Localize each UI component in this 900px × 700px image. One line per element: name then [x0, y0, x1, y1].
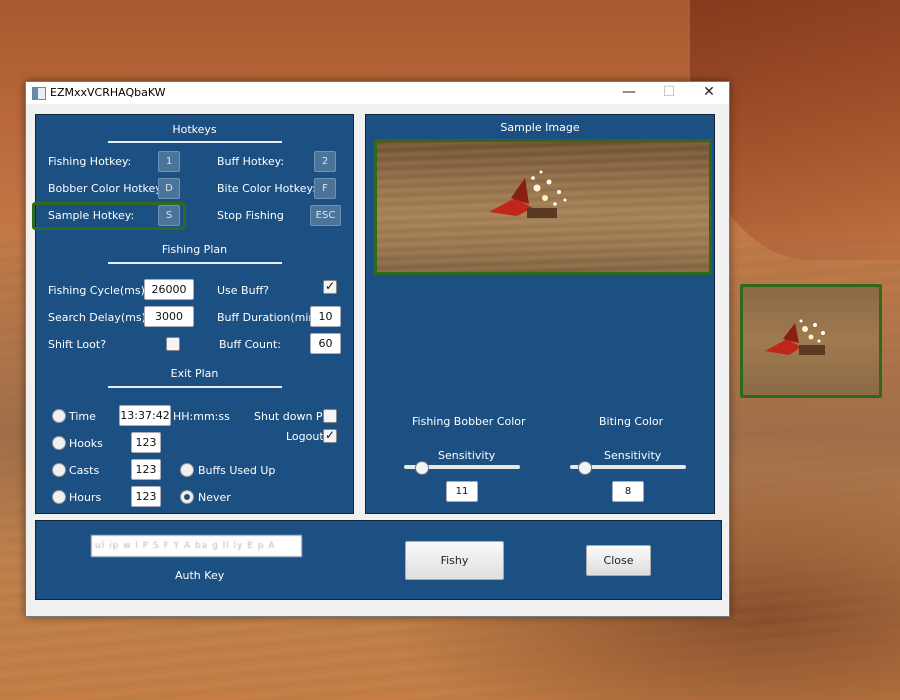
bite-color-hotkey-label: Bite Color Hotkey:	[217, 182, 316, 195]
on-screen-sample-box	[740, 284, 882, 398]
window-title: EZMxxVCRHAQbaKW	[50, 86, 166, 99]
close-window-button[interactable]: ✕	[689, 82, 729, 104]
biting-sensitivity-value[interactable]: 8	[612, 481, 644, 502]
hooks-radio[interactable]	[52, 436, 66, 450]
sample-image-title: Sample Image	[500, 121, 580, 134]
stop-fishing-label: Stop Fishing	[217, 209, 284, 222]
time-label: Time	[69, 410, 96, 423]
shutdown-pc-label: Shut down PC	[254, 410, 331, 423]
shift-loot-label: Shift Loot?	[48, 338, 107, 351]
bobber-color-hotkey-label: Bobber Color Hotkey:	[48, 182, 165, 195]
hours-label: Hours	[69, 491, 102, 504]
maximize-button[interactable]: ☐	[649, 82, 689, 104]
buff-hotkey-field[interactable]: 2	[314, 151, 336, 172]
sample-panel: Sample Image Fishing Bobber Color Biting…	[365, 114, 715, 514]
fishing-cycle-input[interactable]: 26000	[144, 279, 194, 300]
sample-hotkey-field[interactable]: S	[158, 205, 180, 226]
hotkeys-title: Hotkeys	[172, 123, 217, 136]
biting-sensitivity-label: Sensitivity	[604, 449, 662, 462]
search-delay-input[interactable]: 3000	[144, 306, 194, 327]
shift-loot-checkbox[interactable]	[166, 337, 180, 351]
biting-sensitivity-slider[interactable]	[578, 461, 593, 475]
buff-count-input[interactable]: 60	[310, 333, 341, 354]
app-window: EZMxxVCRHAQbaKW — ☐ ✕ Hotkeys Fishing Ho…	[25, 81, 730, 617]
time-radio[interactable]	[52, 409, 66, 423]
search-delay-label: Search Delay(ms):	[48, 311, 150, 324]
logout-label: Logout	[286, 430, 324, 443]
bobber-icon	[489, 170, 567, 218]
fishing-hotkey-field[interactable]: 1	[158, 151, 180, 172]
use-buff-label: Use Buff?	[217, 284, 269, 297]
buff-count-label: Buff Count:	[219, 338, 281, 351]
casts-input[interactable]: 123	[131, 459, 161, 480]
minimize-button[interactable]: —	[609, 82, 649, 104]
casts-label: Casts	[69, 464, 100, 477]
biting-color-label: Biting Color	[599, 415, 664, 428]
buffs-used-up-radio[interactable]	[180, 463, 194, 477]
fishing-plan-title: Fishing Plan	[161, 243, 228, 256]
logout-checkbox[interactable]: ✓	[323, 429, 337, 443]
buff-duration-label: Buff Duration(min):	[217, 311, 324, 324]
time-format-label: HH:mm:ss	[173, 410, 230, 423]
casts-radio[interactable]	[52, 463, 66, 477]
never-radio[interactable]	[180, 490, 194, 504]
bobber-sensitivity-slider[interactable]	[415, 461, 430, 475]
shutdown-pc-checkbox[interactable]	[323, 409, 337, 423]
buff-hotkey-label: Buff Hotkey:	[217, 155, 285, 168]
auth-key-input[interactable]: ul ip w l P S F Y A ba g ll ly E p A	[91, 535, 302, 557]
title-bar[interactable]: EZMxxVCRHAQbaKW — ☐ ✕	[26, 82, 729, 104]
divider	[108, 262, 282, 264]
settings-panel: Hotkeys Fishing Hotkey: 1 Buff Hotkey: 2…	[32, 114, 354, 514]
time-input[interactable]: 13:37:42	[119, 405, 171, 426]
fishing-hotkey-label: Fishing Hotkey:	[48, 155, 132, 168]
bite-color-hotkey-field[interactable]: F	[314, 178, 336, 199]
fishy-button[interactable]: Fishy	[405, 541, 504, 580]
divider	[108, 386, 282, 388]
app-icon	[32, 87, 46, 100]
exit-plan-title: Exit Plan	[170, 367, 219, 380]
close-button[interactable]: Close	[586, 545, 651, 576]
bobber-sensitivity-value[interactable]: 11	[446, 481, 478, 502]
auth-key-label: Auth Key	[175, 569, 225, 582]
hooks-input[interactable]: 123	[131, 432, 161, 453]
bobber-icon	[765, 319, 825, 355]
hours-input[interactable]: 123	[131, 486, 161, 507]
sample-hotkey-label: Sample Hotkey:	[48, 209, 135, 222]
divider	[108, 141, 282, 143]
use-buff-checkbox[interactable]: ✓	[323, 280, 337, 294]
auth-panel: ul ip w l P S F Y A ba g ll ly E p A Aut…	[35, 520, 722, 600]
fishing-cycle-label: Fishing Cycle(ms):	[48, 284, 149, 297]
bobber-sensitivity-label: Sensitivity	[438, 449, 496, 462]
buff-duration-input[interactable]: 10	[310, 306, 341, 327]
sample-image	[374, 139, 712, 275]
never-label: Never	[198, 491, 231, 504]
stop-fishing-hotkey-field[interactable]: ESC	[310, 205, 341, 226]
bobber-color-hotkey-field[interactable]: D	[158, 178, 180, 199]
fishing-bobber-color-label: Fishing Bobber Color	[412, 415, 526, 428]
hours-radio[interactable]	[52, 490, 66, 504]
buffs-used-up-label: Buffs Used Up	[198, 464, 276, 477]
hooks-label: Hooks	[69, 437, 103, 450]
